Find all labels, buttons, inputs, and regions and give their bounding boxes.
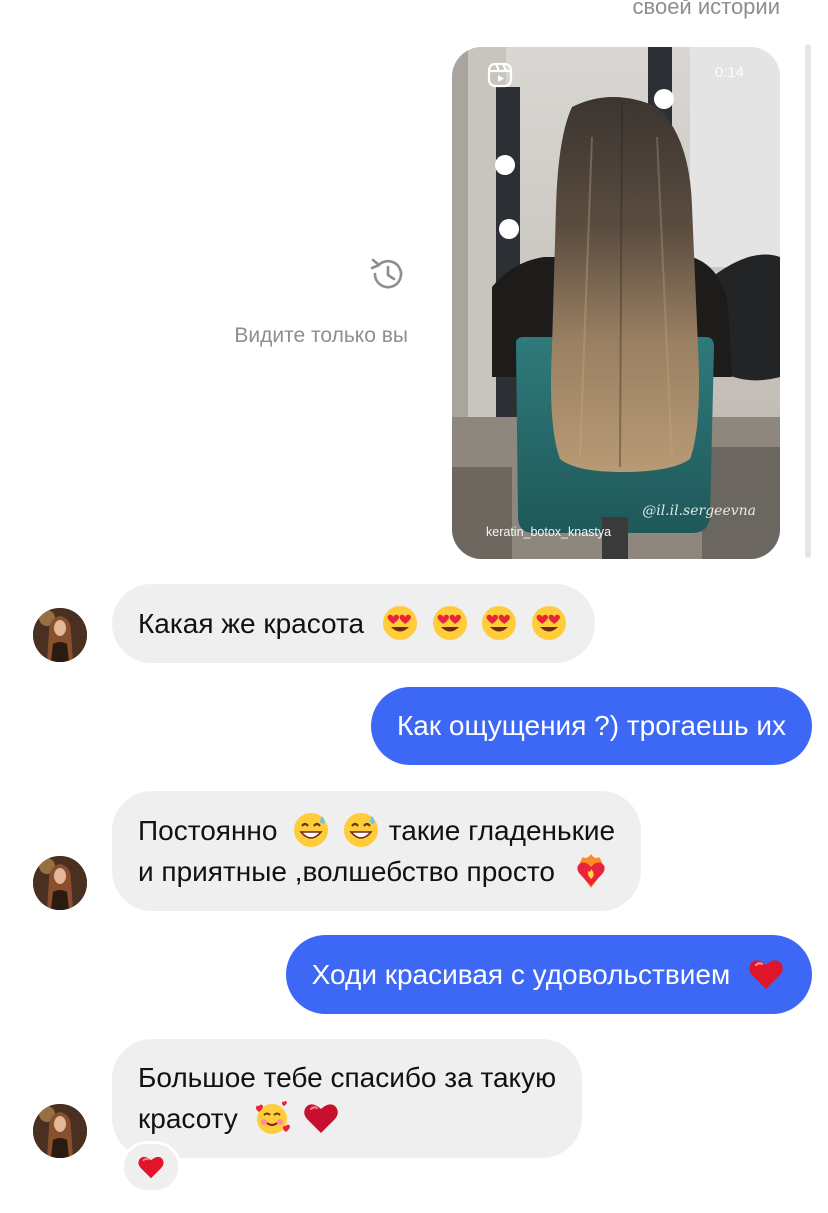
only-you-label: Видите только вы: [234, 324, 408, 347]
smiling-face-with-heart-eyes-icon: [529, 603, 569, 643]
video-duration: 0:14: [714, 64, 744, 81]
story-reply-caption: своей истории: [632, 0, 780, 19]
reels-icon: [487, 62, 513, 88]
avatar-image: [33, 608, 87, 662]
red-heart-icon: [746, 954, 786, 994]
grinning-face-with-sweat-icon: [341, 810, 381, 850]
message-bubble-incoming[interactable]: Большое тебе спасибо за такую красоту: [112, 1039, 583, 1158]
message-bubble-incoming[interactable]: Какая же красота: [112, 584, 596, 663]
message-text: и приятные ,волшебство просто: [138, 856, 555, 887]
message-text: Постоянно: [138, 815, 278, 846]
avatar-image: [33, 1104, 87, 1158]
red-heart-icon: [138, 1156, 164, 1179]
message-bubble-outgoing[interactable]: Как ощущения ?) трогаешь их: [370, 687, 812, 765]
message-text: красоту: [138, 1103, 238, 1134]
story-tag: keratin_botox_knastya: [486, 525, 612, 539]
message-reaction[interactable]: [121, 1141, 181, 1193]
red-heart-icon: [301, 1098, 341, 1138]
avatar-image: [33, 856, 87, 910]
message-text: Большое тебе спасибо за такую: [138, 1062, 557, 1093]
grinning-face-with-sweat-icon: [291, 810, 331, 850]
story-watermark: @il.il.sergeevna: [642, 503, 756, 519]
story-image: [452, 47, 780, 559]
message-text: такие гладенькие: [388, 815, 616, 846]
heart-on-fire-icon: [571, 851, 611, 891]
smiling-face-with-heart-eyes-icon: [380, 603, 420, 643]
message-text: Ходи красивая с удовольствием: [311, 959, 731, 990]
story-preview[interactable]: 0:14 @il.il.sergeevna keratin_botox_knas…: [452, 47, 780, 559]
message-bubble-outgoing[interactable]: Ходи красивая с удовольствием: [285, 935, 812, 1014]
smiling-face-with-heart-eyes-icon: [430, 603, 470, 643]
scrollbar[interactable]: [805, 44, 811, 558]
smiling-face-with-heart-eyes-icon: [479, 603, 519, 643]
sender-avatar[interactable]: [33, 608, 87, 662]
message-text: Какая же красота: [138, 608, 365, 639]
message-text: Как ощущения ?) трогаешь их: [396, 710, 786, 741]
smiling-face-with-hearts-icon: [252, 1098, 292, 1138]
sender-avatar[interactable]: [33, 1104, 87, 1158]
sender-avatar[interactable]: [33, 856, 87, 910]
history-icon: [370, 258, 403, 289]
message-bubble-incoming[interactable]: Постоянно такие гладенькие и приятные ,в…: [112, 791, 642, 911]
